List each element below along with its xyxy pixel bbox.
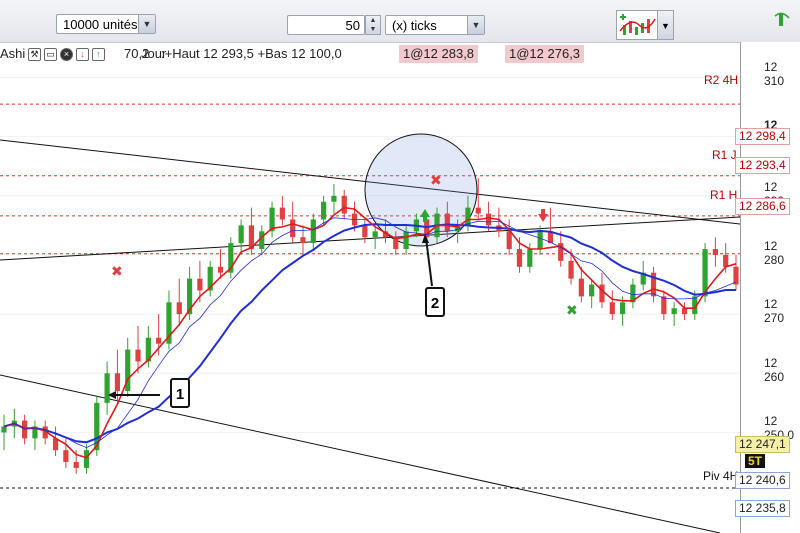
chevron-down-icon[interactable]: ▼ [138, 15, 155, 33]
price-label-r1h: 12 286,6 [735, 198, 790, 215]
ticks-input[interactable]: 50 [287, 15, 365, 35]
units-select[interactable]: 10000 unités ▼ [56, 14, 156, 34]
candle-body [300, 237, 306, 244]
order-tag[interactable]: 1@12 283,8 [399, 45, 479, 63]
candle-body [290, 219, 296, 238]
level-label-r1-j: R1 J [712, 148, 737, 162]
callout-1: 1 [170, 378, 190, 408]
chevron-down-icon[interactable]: ▼ [467, 16, 484, 34]
candle-body [661, 296, 667, 315]
buy-cross-icon: ✖ [566, 303, 578, 319]
candle-body [516, 249, 523, 267]
candle-body [156, 337, 162, 344]
candle-body [485, 213, 492, 226]
candle-body [217, 266, 224, 273]
candle-body [578, 278, 584, 297]
ticks-value: 50 [345, 18, 360, 33]
sell-arrow-icon [538, 209, 548, 222]
indicator-tool-button[interactable] [616, 10, 658, 40]
candle-body [362, 225, 368, 238]
ticks-unit-select[interactable]: (x) ticks ▼ [385, 15, 485, 35]
candle-body [403, 231, 409, 250]
mode-label: Ashi [0, 46, 26, 61]
toolbar: 10000 unités ▼ 50 ▲ ▼ (x) ticks ▼ ▼ [0, 0, 800, 43]
level-label-piv-4h: Piv 4H [703, 469, 739, 483]
current-price-label: 12 247,1 [735, 436, 790, 453]
ma-fast-line [3, 206, 737, 459]
info-high-low: :+Haut 12 293,5 +Bas 12 100,0 [161, 46, 342, 61]
candle-body [331, 195, 337, 202]
level-label-r2-4h: R2 4H [704, 73, 739, 87]
candle-body [135, 349, 141, 362]
units-value: 10000 unités [63, 17, 138, 32]
axis-tick: 12 280 [764, 239, 785, 267]
price-chart[interactable]: ✖ ✖ ✖ [0, 42, 740, 533]
candle-body [259, 231, 265, 250]
candle-body [372, 231, 378, 238]
stepper-down-icon[interactable]: ▼ [366, 25, 380, 34]
candle-body [589, 284, 595, 297]
candle-body [712, 249, 718, 255]
stepper-up-icon[interactable]: ▲ [366, 16, 380, 25]
candle-body [619, 302, 626, 315]
indicator-chart-icon [619, 14, 656, 35]
candle-body [475, 207, 481, 214]
candle-body [341, 195, 347, 214]
indicator-add-icon[interactable] [772, 8, 792, 30]
candle-body [63, 450, 69, 463]
ticks-unit-value: (x) ticks [392, 18, 437, 33]
order-tag[interactable]: 1@12 276,3 [505, 45, 585, 63]
price-label-r1j: 12 293,4 [735, 157, 790, 174]
candle-body [238, 225, 244, 244]
ticks-stepper[interactable]: ▲ ▼ [365, 15, 381, 35]
move-down-icon[interactable]: ↓ [76, 48, 89, 62]
candle-body [279, 207, 285, 220]
candle-body [310, 219, 316, 244]
sell-cross-icon: ✖ [111, 264, 123, 280]
price-label-r2: 12 298,4 [735, 128, 790, 145]
chart-grid [0, 76, 740, 433]
candle-body [321, 201, 327, 220]
candle-body [733, 266, 739, 285]
axis-tick: 12 270 [764, 297, 785, 325]
candle-body [537, 231, 543, 250]
close-icon[interactable]: × [60, 48, 73, 62]
move-up-icon[interactable]: ↑ [92, 48, 105, 62]
candle-body [197, 278, 203, 291]
candle-body [527, 249, 533, 267]
sell-cross-icon: ✖ [430, 173, 442, 189]
candle-body [506, 231, 512, 250]
callout-2: 2 [425, 287, 445, 317]
candle-body [104, 373, 110, 403]
ma-thin-line [3, 217, 737, 449]
window-icon[interactable]: ▭ [44, 48, 57, 62]
candle-body [723, 254, 729, 267]
chart-controls: ⚒ ▭ × ↓ ↑ [28, 45, 108, 63]
candle-body [671, 308, 677, 315]
callout-arrows [108, 234, 433, 399]
price-label-piv4h: 12 240,6 [735, 472, 790, 489]
candle-body [114, 373, 121, 392]
candle-body [681, 308, 688, 315]
candle-body [609, 302, 615, 315]
candle-body [444, 213, 450, 232]
wrench-icon[interactable]: ⚒ [28, 48, 41, 62]
candle-body [1, 426, 7, 433]
price-label-bottom: 12 235,8 [735, 500, 790, 517]
candle-body [465, 207, 471, 226]
candle-body [568, 260, 574, 279]
axis-tick: 12 310 [764, 60, 785, 88]
axis-tick: 12 260 [764, 356, 785, 384]
timeframe-badge: 5T [745, 454, 766, 468]
candle-body [176, 302, 182, 315]
chevron-down-icon[interactable]: ▼ [658, 10, 674, 40]
candle-body [83, 450, 90, 468]
level-label-r1-h: R1 H [710, 188, 738, 202]
candle-body [599, 284, 605, 303]
candle-body [73, 462, 79, 468]
